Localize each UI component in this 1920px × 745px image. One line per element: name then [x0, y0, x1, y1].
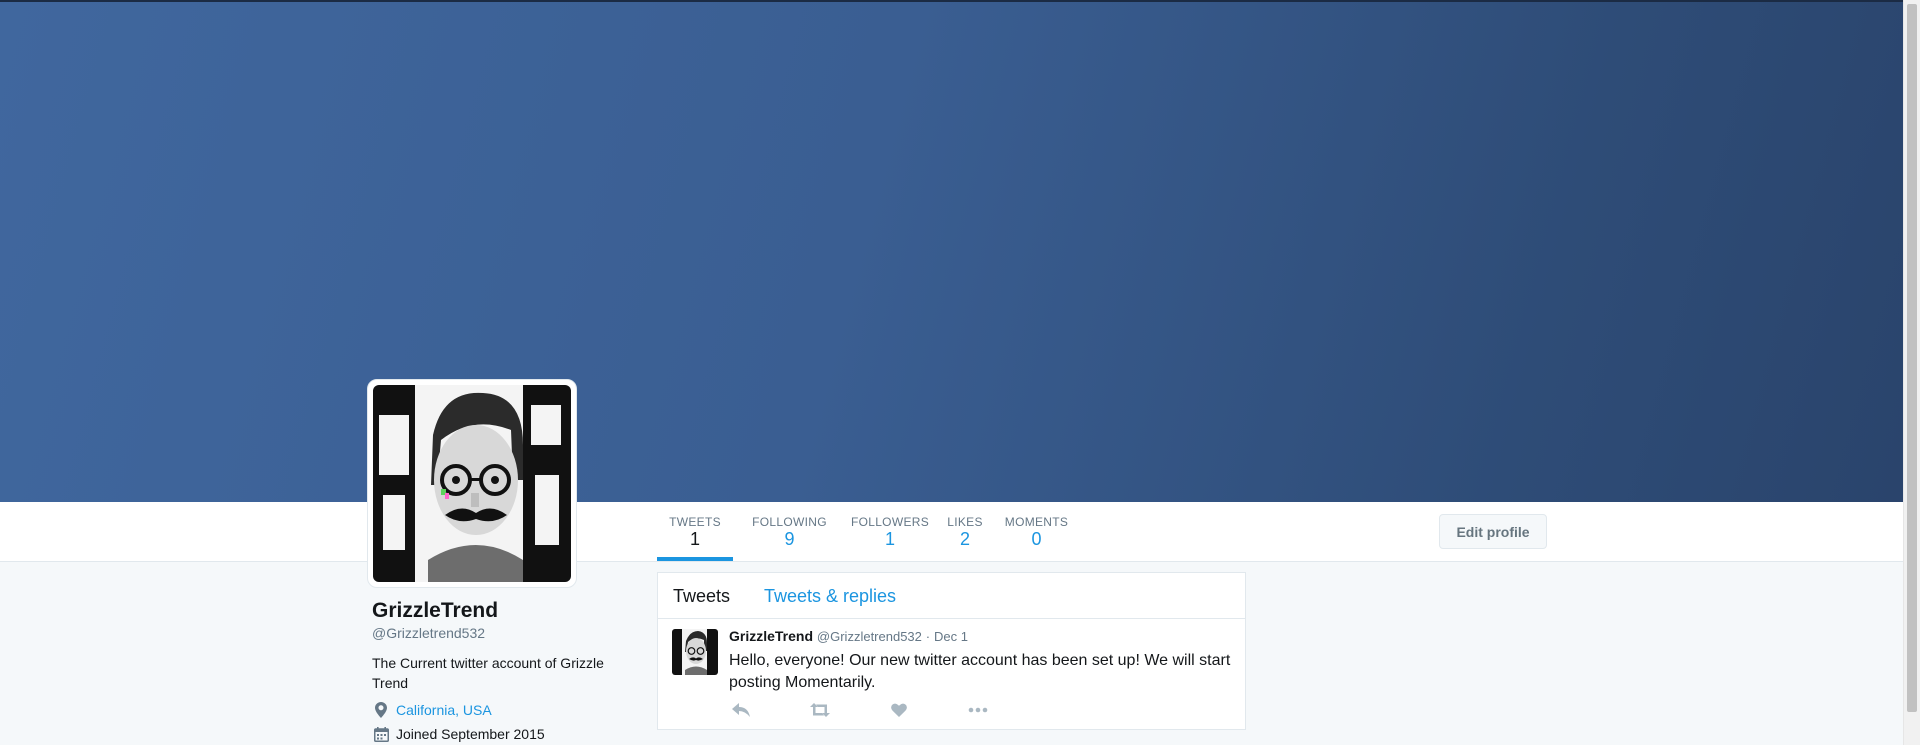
stat-tweets[interactable]: TWEETS 1: [657, 502, 733, 561]
stat-label: FOLLOWING: [752, 515, 827, 529]
tweets-timeline: Tweets Tweets & replies GrizzleTrend @Gr…: [657, 572, 1246, 730]
stat-value: 1: [689, 529, 700, 549]
profile-card: GrizzleTrend @Grizzletrend532 The Curren…: [372, 598, 632, 745]
profile-banner[interactable]: [0, 2, 1904, 502]
scrollbar-thumb[interactable]: [1907, 4, 1917, 712]
stat-moments[interactable]: MOMENTS 0: [1004, 502, 1069, 561]
stat-value: 9: [784, 529, 795, 549]
tweet-header: GrizzleTrend @Grizzletrend532 · Dec 1: [729, 628, 968, 644]
more-dots-icon[interactable]: [966, 701, 990, 719]
stat-following[interactable]: FOLLOWING 9: [747, 502, 832, 561]
stat-label: FOLLOWERS: [850, 515, 930, 529]
profile-bio: The Current twitter account of Grizzle T…: [372, 655, 604, 691]
calendar-icon: [372, 725, 390, 743]
tab-tweets-and-replies[interactable]: Tweets & replies: [764, 586, 896, 607]
stat-value: 2: [959, 529, 970, 549]
profile-joined-date: Joined September 2015: [396, 726, 545, 742]
tweet-text: Hello, everyone! Our new twitter account…: [729, 652, 1231, 691]
location-pin-icon: [372, 701, 390, 719]
profile-joined-row: Joined September 2015: [372, 723, 632, 745]
profile-location-link[interactable]: California, USA: [396, 699, 492, 721]
stat-value: 0: [1031, 529, 1042, 549]
reply-icon[interactable]: [729, 701, 753, 719]
profile-location-row: California, USA: [372, 699, 632, 721]
tweet-author-name[interactable]: GrizzleTrend: [729, 628, 813, 644]
stat-label: TWEETS: [669, 515, 721, 529]
tweet-item[interactable]: GrizzleTrend @Grizzletrend532 · Dec 1 He…: [658, 619, 1245, 729]
tweet-date[interactable]: Dec 1: [934, 629, 968, 644]
edit-profile-button[interactable]: Edit profile: [1439, 514, 1547, 549]
tweet-separator: ·: [925, 629, 931, 644]
profile-handle[interactable]: @Grizzletrend532: [372, 624, 632, 642]
stat-followers[interactable]: FOLLOWERS 1: [845, 502, 935, 561]
stat-value: 1: [884, 529, 895, 549]
tab-tweets[interactable]: Tweets: [673, 586, 730, 607]
timeline-tabs: Tweets Tweets & replies: [658, 573, 1245, 619]
avatar-image: [373, 385, 571, 582]
profile-avatar[interactable]: [367, 379, 577, 588]
profile-name[interactable]: GrizzleTrend: [372, 598, 632, 624]
tweet-author-handle[interactable]: @Grizzletrend532: [817, 629, 922, 644]
heart-icon[interactable]: [887, 701, 911, 719]
stat-label: LIKES: [947, 515, 983, 529]
stat-label: MOMENTS: [1004, 515, 1069, 529]
stat-likes[interactable]: LIKES 2: [945, 502, 985, 561]
page-scrollbar[interactable]: [1903, 0, 1920, 745]
tweet-avatar[interactable]: [672, 629, 718, 675]
retweet-icon[interactable]: [808, 701, 832, 719]
